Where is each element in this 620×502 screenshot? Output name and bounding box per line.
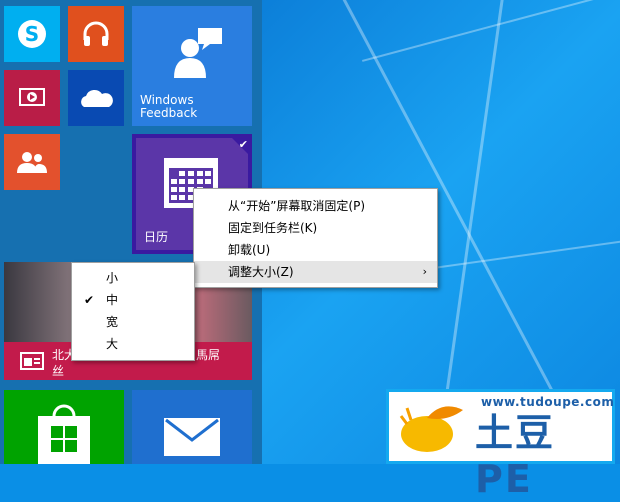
- potato-mascot-icon: [399, 406, 463, 452]
- store-bag-icon: [38, 404, 90, 464]
- submenu-item-medium[interactable]: ✔ 中: [72, 289, 194, 311]
- watermark-brand: 土豆PE: [475, 411, 556, 501]
- chevron-right-icon: ›: [422, 265, 427, 278]
- news-icon: [20, 352, 44, 370]
- menu-item-pin-to-taskbar[interactable]: 固定到任务栏(K): [194, 217, 437, 239]
- resize-submenu: 小 ✔ 中 宽 大: [71, 262, 195, 361]
- menu-item-label: 中: [106, 293, 119, 307]
- tile-label: Windows Feedback: [140, 93, 198, 120]
- tile-skype[interactable]: S: [4, 6, 60, 62]
- tile-mail[interactable]: [132, 390, 252, 464]
- tile-video[interactable]: [4, 70, 60, 126]
- menu-item-label: 从“开始”屏幕取消固定(P): [228, 199, 366, 213]
- tile-onedrive[interactable]: [68, 70, 124, 126]
- menu-item-label: 调整大小(Z): [228, 265, 294, 279]
- menu-item-label: 宽: [106, 315, 119, 329]
- tile-store[interactable]: [4, 390, 124, 464]
- wallpaper-streak: [412, 233, 620, 272]
- tile-music[interactable]: [68, 6, 124, 62]
- watermark-url: www.tudoupe.com: [481, 395, 615, 409]
- people-icon: [17, 152, 47, 173]
- menu-item-unpin-from-start[interactable]: 从“开始”屏幕取消固定(P): [194, 195, 437, 217]
- menu-item-resize[interactable]: 调整大小(Z) ›: [194, 261, 437, 283]
- news-headline-right: 馬屌: [196, 348, 221, 362]
- submenu-item-large[interactable]: 大: [72, 333, 194, 355]
- submenu-item-wide[interactable]: 宽: [72, 311, 194, 333]
- menu-item-uninstall[interactable]: 卸载(U): [194, 239, 437, 261]
- submenu-item-small[interactable]: 小: [72, 267, 194, 289]
- menu-item-label: 大: [106, 337, 119, 351]
- tile-windows-feedback[interactable]: Windows Feedback: [132, 6, 252, 126]
- tile-context-menu: 从“开始”屏幕取消固定(P) 固定到任务栏(K) 卸载(U) 调整大小(Z) ›: [193, 188, 438, 288]
- headphones-icon: [83, 21, 109, 46]
- skype-icon: S: [18, 20, 46, 48]
- menu-item-label: 固定到任务栏(K): [228, 221, 318, 235]
- feedback-person-icon: [174, 28, 222, 78]
- menu-item-label: 小: [106, 271, 119, 285]
- news-headline-line2: 丝: [52, 364, 65, 378]
- checkmark-icon: ✔: [84, 293, 95, 307]
- mail-icon: [164, 418, 220, 456]
- tile-label: 日历: [144, 230, 169, 244]
- cloud-icon: [81, 89, 113, 107]
- menu-item-label: 卸载(U): [228, 243, 271, 257]
- tile-people[interactable]: [4, 134, 60, 190]
- wallpaper-streak: [362, 0, 620, 62]
- selected-check-icon: ✔: [238, 138, 248, 151]
- watermark-logo: www.tudoupe.com 土豆PE: [386, 389, 615, 501]
- video-icon: [19, 88, 45, 106]
